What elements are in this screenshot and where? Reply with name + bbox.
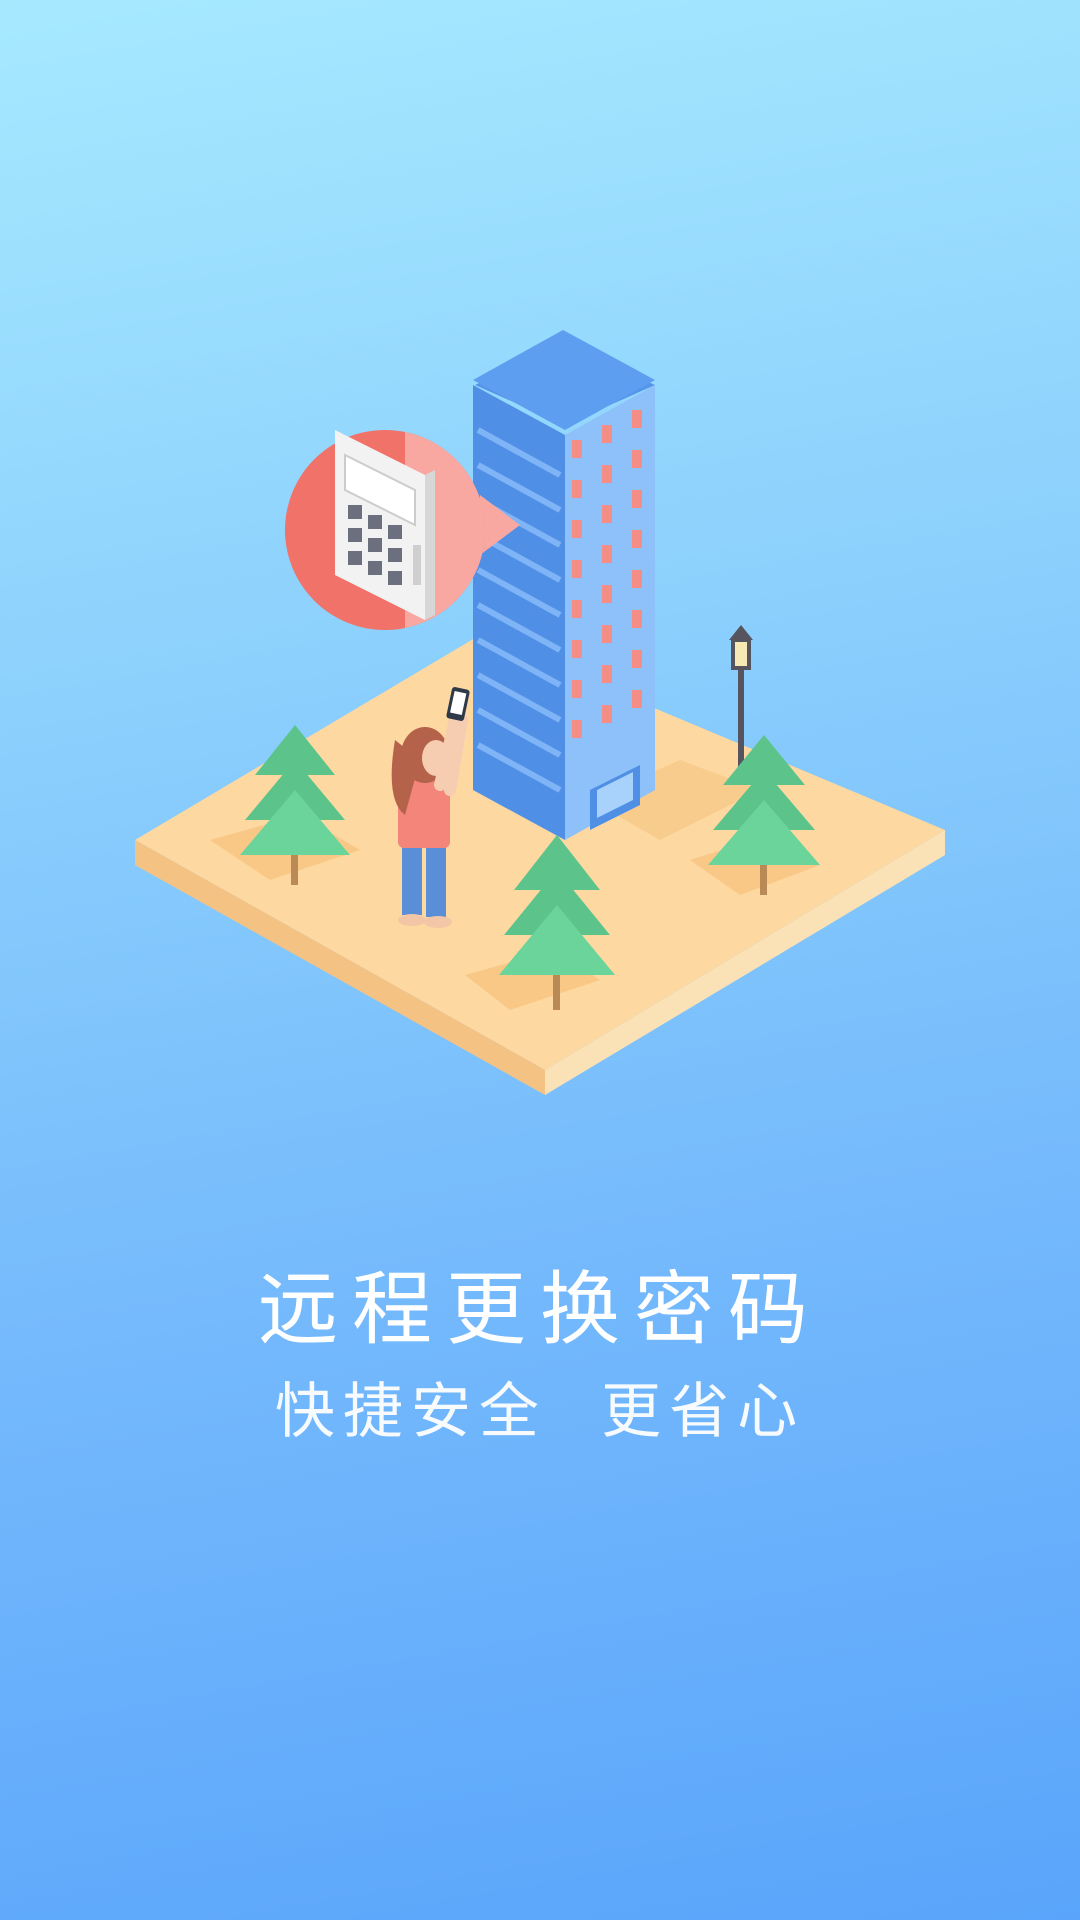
page-title: 远程更换密码: [258, 1263, 822, 1356]
page-subtitle: 快捷安全 更省心: [274, 1377, 806, 1447]
onboarding-illustration: [135, 330, 945, 1095]
building: [473, 330, 655, 840]
